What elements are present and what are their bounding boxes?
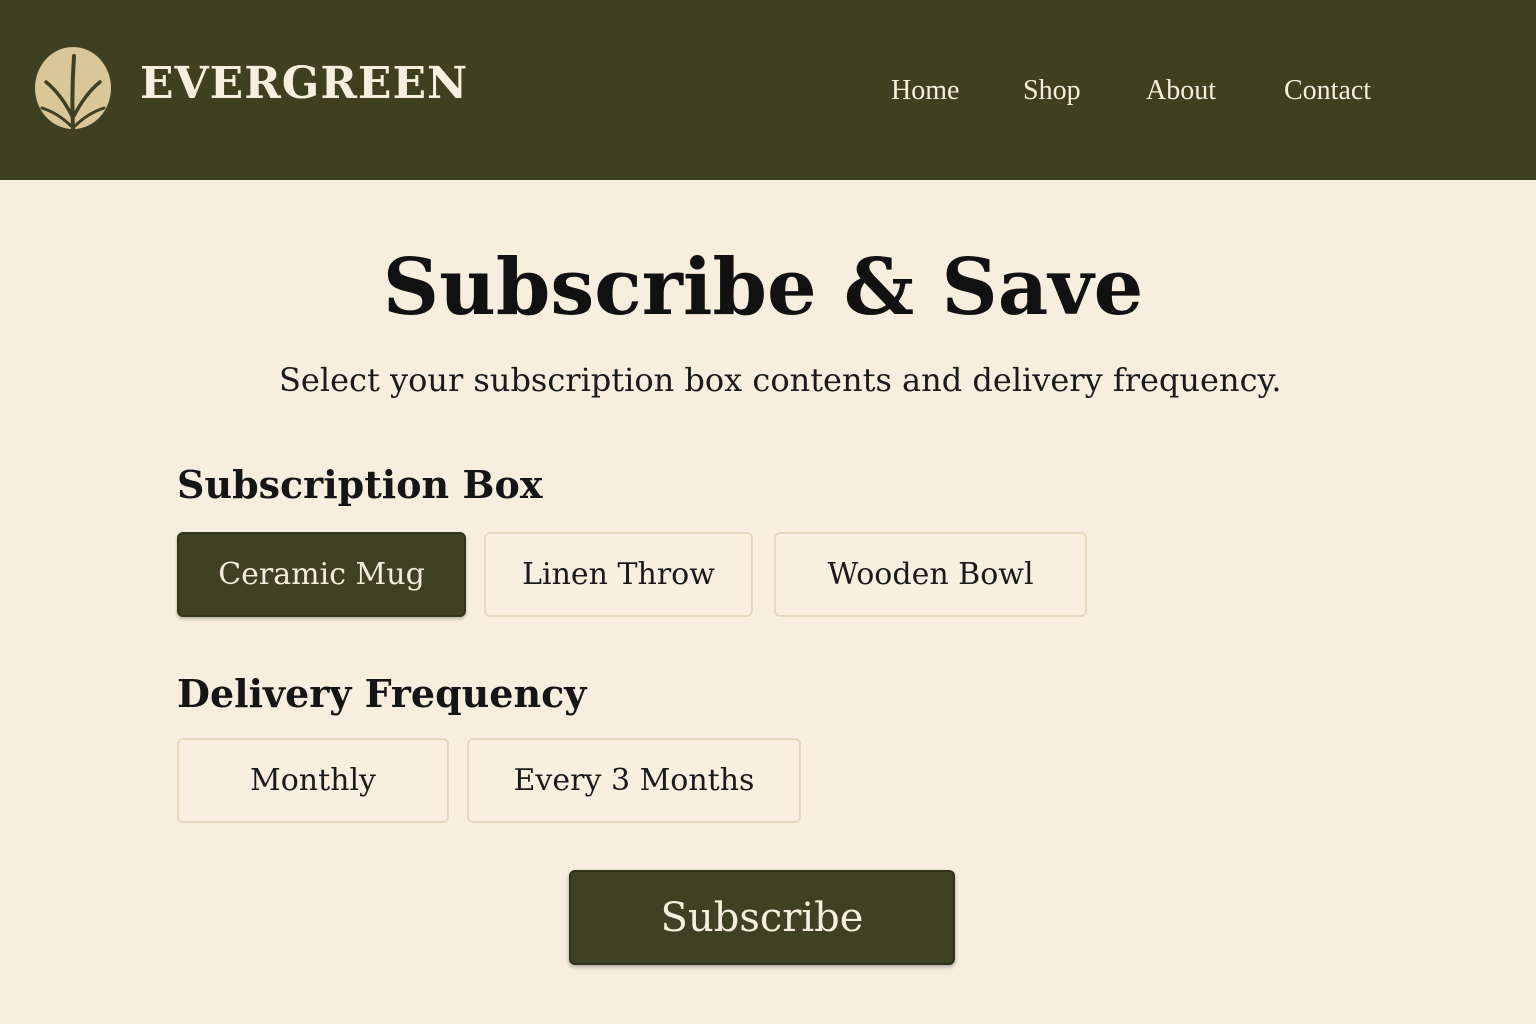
- option-monthly[interactable]: Monthly: [177, 738, 449, 823]
- option-ceramic-mug[interactable]: Ceramic Mug: [177, 532, 466, 617]
- delivery-frequency-heading: Delivery Frequency: [177, 671, 587, 716]
- option-wooden-bowl[interactable]: Wooden Bowl: [774, 532, 1087, 617]
- brand-name[interactable]: EVERGREEN: [140, 58, 468, 110]
- subscription-box-heading: Subscription Box: [177, 462, 543, 507]
- nav-link-shop[interactable]: Shop: [1023, 74, 1081, 108]
- page-subtitle: Select your subscription box contents an…: [279, 361, 1282, 399]
- page-title: Subscribe & Save: [382, 242, 1144, 333]
- leaf-logo-icon[interactable]: [34, 46, 112, 132]
- nav-link-home[interactable]: Home: [891, 74, 959, 108]
- nav-link-about[interactable]: About: [1146, 74, 1216, 108]
- nav-link-contact[interactable]: Contact: [1284, 74, 1371, 108]
- option-every-3-months[interactable]: Every 3 Months: [467, 738, 801, 823]
- site-header: EVERGREEN Home Shop About Contact: [0, 0, 1536, 180]
- option-linen-throw[interactable]: Linen Throw: [484, 532, 753, 617]
- subscribe-button[interactable]: Subscribe: [569, 870, 955, 965]
